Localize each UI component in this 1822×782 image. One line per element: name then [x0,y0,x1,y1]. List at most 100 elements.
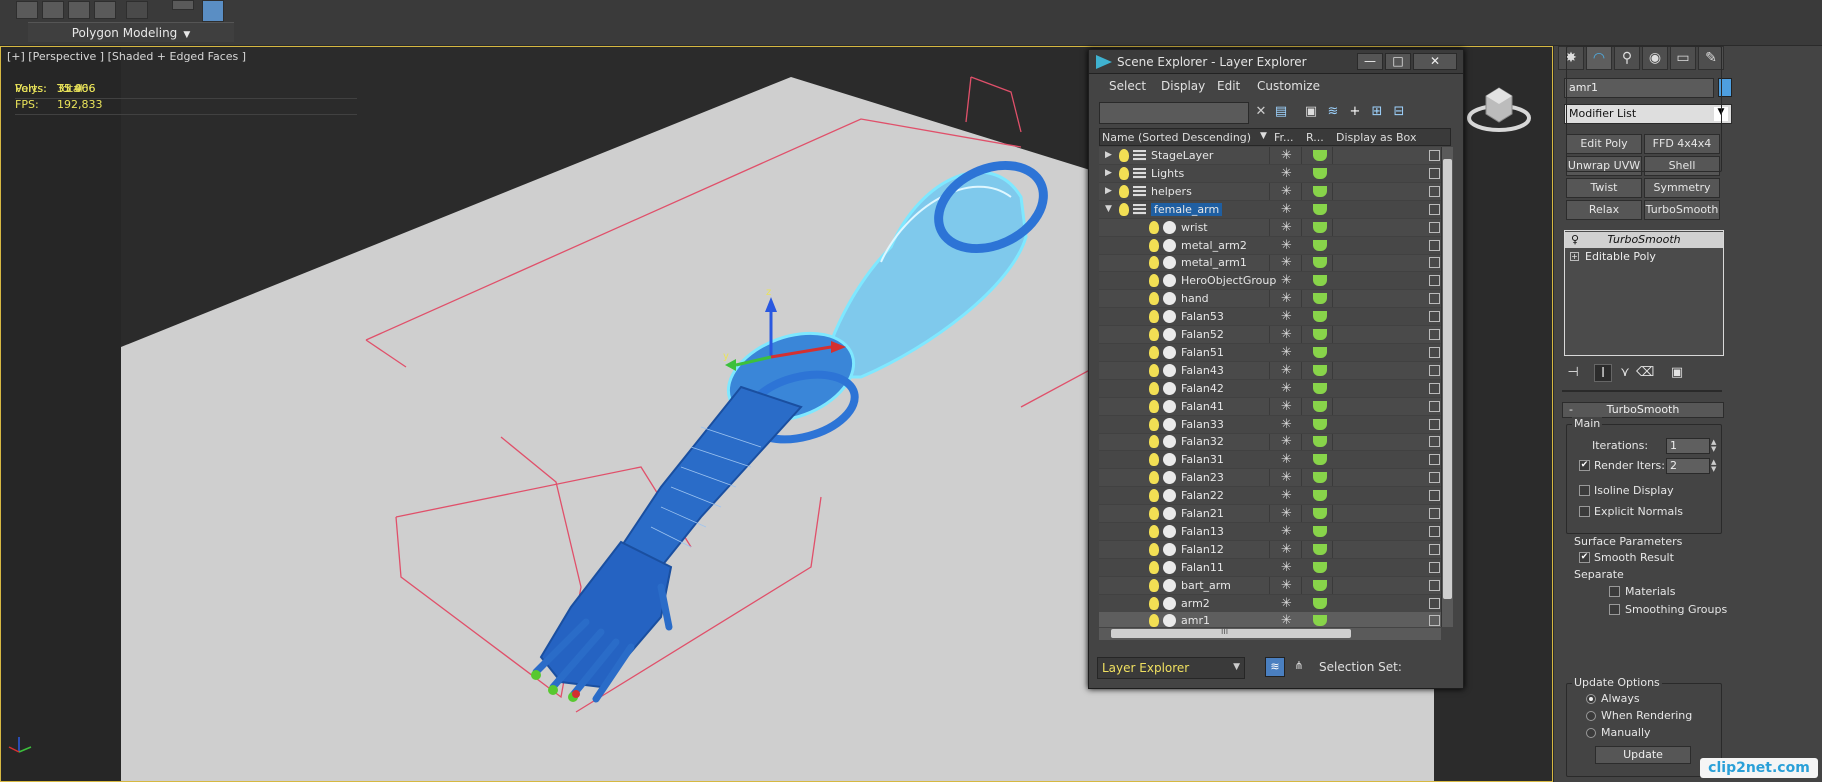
display-as-box-icon[interactable] [1429,257,1440,269]
tree-row-heroobjectgroup[interactable]: HeroObjectGroup ✳ [1099,272,1441,291]
row-name[interactable]: Falan53 [1181,310,1224,323]
display-as-box-icon[interactable] [1429,150,1440,161]
freeze-snowflake-icon[interactable]: ✳ [1281,220,1292,235]
expand-icon[interactable]: + [1570,252,1579,261]
render-teapot-icon[interactable] [1313,508,1327,519]
display-as-box-icon[interactable] [1429,508,1440,519]
iterations-spinner[interactable]: 1 ▲ ▼ [1666,438,1716,454]
render-teapot-icon[interactable] [1313,490,1327,502]
light-bulb-icon[interactable] [1149,435,1159,449]
tree-row-falan11[interactable]: Falan11 ✳ [1099,558,1441,577]
maximize-button[interactable]: □ [1385,53,1411,70]
viewcube[interactable] [1466,78,1532,138]
row-name[interactable]: amr1 [1181,614,1210,627]
ribbon-tab-polygon-modeling[interactable]: Polygon Modeling ▼ [28,22,234,42]
render-teapot-icon[interactable] [1313,472,1327,484]
layer-mode-icon[interactable]: ≋ [1265,657,1285,677]
freeze-snowflake-icon[interactable]: ✳ [1281,166,1292,181]
freeze-snowflake-icon[interactable]: ✳ [1281,613,1292,627]
turbosmooth-rollout-header[interactable]: - TurboSmooth [1562,402,1724,418]
render-teapot-icon[interactable] [1313,150,1327,161]
row-name[interactable]: wrist [1181,221,1208,234]
freeze-snowflake-icon[interactable]: ✳ [1281,452,1292,467]
light-bulb-icon[interactable] [1119,166,1129,180]
tree-row-falan21[interactable]: Falan21 ✳ [1099,505,1441,523]
tree-row-falan33[interactable]: Falan33 ✳ [1099,415,1441,434]
render-teapot-icon[interactable] [1313,543,1327,555]
display-as-box-icon[interactable] [1429,597,1440,609]
freeze-snowflake-icon[interactable]: ✳ [1281,255,1292,270]
light-bulb-icon[interactable] [1149,489,1159,503]
light-bulb-icon[interactable] [1149,256,1159,270]
turbosmooth-button[interactable]: TurboSmooth [1644,200,1720,220]
display-as-box-icon[interactable] [1429,382,1440,394]
tree-row-stagelayer[interactable]: ▶ StageLayer ✳ [1099,147,1441,165]
materials-checkbox[interactable] [1609,586,1620,597]
display-as-box-icon[interactable] [1429,167,1440,179]
display-as-box-icon[interactable] [1429,543,1440,555]
layer-stack-icon[interactable]: ≋ [1325,104,1341,120]
row-name[interactable]: Falan23 [1181,471,1224,484]
display-as-box-icon[interactable] [1429,329,1440,340]
row-name[interactable]: StageLayer [1151,149,1213,162]
tree-row-falan23[interactable]: Falan23 ✳ [1099,469,1441,488]
display-as-box-icon[interactable] [1429,436,1440,448]
remove-modifier-icon[interactable]: ⌫ [1636,364,1654,382]
twist-button[interactable]: Twist [1566,178,1642,198]
row-name[interactable]: hand [1181,292,1209,305]
render-teapot-icon[interactable] [1313,311,1327,323]
spinner-arrows-icon[interactable]: ▲ ▼ [1711,439,1721,453]
freeze-snowflake-icon[interactable]: ✳ [1281,596,1292,611]
stack-item-editable-poly[interactable]: + Editable Poly [1565,249,1723,265]
pin-stack-icon[interactable]: ⊣ [1564,364,1582,382]
freeze-snowflake-icon[interactable]: ✳ [1281,381,1292,396]
tree-row-arm2[interactable]: arm2 ✳ [1099,594,1441,613]
light-bulb-icon[interactable] [1149,399,1159,413]
column-display-as-box[interactable]: Display as Box [1336,131,1416,144]
light-bulb-icon[interactable] [1149,507,1159,520]
display-as-box-icon[interactable] [1429,311,1440,323]
render-teapot-icon[interactable] [1313,257,1327,269]
freeze-snowflake-icon[interactable]: ✳ [1281,560,1292,575]
render-teapot-icon[interactable] [1313,293,1327,305]
row-name[interactable]: Falan12 [1181,543,1224,556]
row-name[interactable]: Falan41 [1181,400,1224,413]
light-bulb-icon[interactable] [1149,220,1159,234]
tree-row-falan32[interactable]: Falan32 ✳ [1099,433,1441,452]
freeze-snowflake-icon[interactable]: ✳ [1281,327,1292,342]
viewport-label[interactable]: [+] [Perspective ] [Shaded + Edged Faces… [7,50,246,63]
render-teapot-icon[interactable] [1313,364,1327,376]
row-name[interactable]: Falan31 [1181,453,1224,466]
row-name[interactable]: Falan52 [1181,328,1224,341]
hierarchy-mode-icon[interactable]: ⋔ [1289,657,1309,677]
expand-icon[interactable]: ▶ [1105,168,1112,178]
row-name[interactable]: metal_arm1 [1181,256,1247,269]
row-name[interactable]: Falan22 [1181,489,1224,502]
render-teapot-icon[interactable] [1313,382,1327,394]
tree-row-metal-arm2[interactable]: metal_arm2 ✳ [1099,236,1441,255]
smooth-result-checkbox[interactable]: ✔ [1579,552,1590,563]
clear-find-icon[interactable]: ✕ [1253,104,1269,120]
row-name[interactable]: helpers [1151,185,1192,198]
scene-explorer-titlebar[interactable]: Scene Explorer - Layer Explorer — □ ✕ [1089,50,1463,74]
display-as-box-icon[interactable] [1429,490,1440,502]
record-icon[interactable] [126,1,148,19]
render-teapot-icon[interactable] [1313,167,1327,179]
light-bulb-icon[interactable] [1149,471,1159,485]
ribbon-toggle-icon[interactable] [202,0,224,22]
freeze-snowflake-icon[interactable]: ✳ [1281,309,1292,324]
when-rendering-radio[interactable] [1586,711,1596,721]
menu-display[interactable]: Display [1161,79,1205,93]
explicit-normals-checkbox[interactable] [1579,506,1590,517]
render-teapot-icon[interactable] [1313,418,1327,430]
render-teapot-icon[interactable] [1313,329,1327,340]
display-as-box-icon[interactable] [1429,239,1440,251]
row-name[interactable]: HeroObjectGroup [1181,274,1276,287]
expand-icon[interactable]: ▼ [1105,204,1112,214]
always-radio[interactable] [1586,694,1596,704]
freeze-snowflake-icon[interactable]: ✳ [1281,363,1292,378]
freeze-snowflake-icon[interactable]: ✳ [1281,345,1292,360]
render-teapot-icon[interactable] [1313,561,1327,573]
display-as-box-icon[interactable] [1429,293,1440,305]
tree-row-bart-arm[interactable]: bart_arm ✳ [1099,577,1441,595]
